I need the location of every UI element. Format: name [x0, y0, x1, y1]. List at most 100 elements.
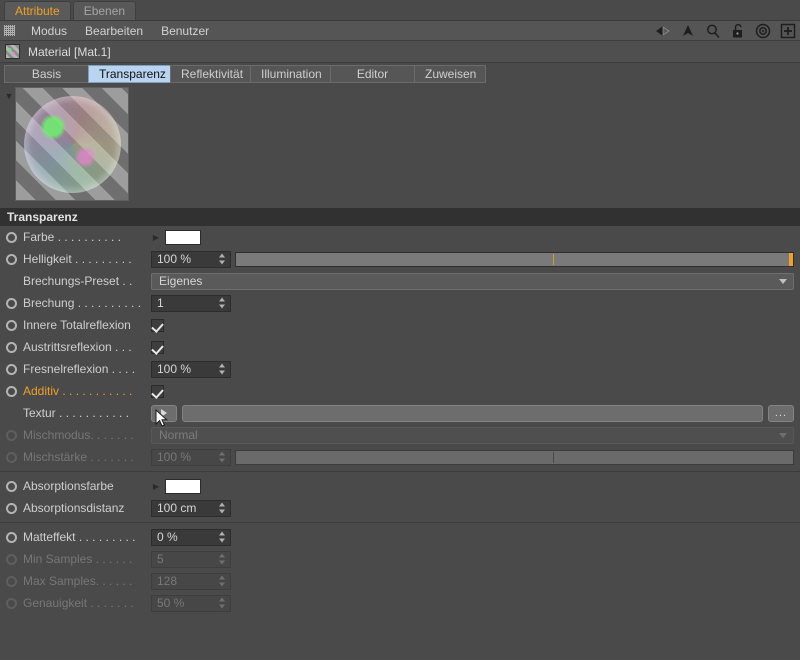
magnifier-icon[interactable]	[705, 23, 721, 39]
keyframe-dot-icon	[6, 451, 17, 463]
channel-tab-bar: Basis Transparenz Reflektivität Illumina…	[0, 63, 800, 84]
dropdown-mischmodus: Normal	[151, 426, 794, 444]
keyframe-dot-icon[interactable]	[6, 480, 17, 492]
expand-arrow-icon[interactable]: ▶	[151, 233, 161, 242]
spinner-icon[interactable]	[219, 531, 226, 543]
spinner-icon[interactable]	[219, 297, 226, 309]
slider-handle[interactable]	[789, 252, 793, 266]
row-mischstaerke: Mischstärke . . . . . . . 100 %	[0, 446, 800, 468]
label-brechung: Brechung . . . . . . . . . .	[23, 296, 142, 310]
menu-modus[interactable]: Modus	[22, 21, 76, 41]
window-tab-ebenen[interactable]: Ebenen	[72, 1, 137, 20]
keyframe-dot-icon[interactable]	[6, 385, 17, 397]
input-matteffekt[interactable]: 0 %	[151, 528, 231, 546]
material-preview[interactable]	[15, 87, 129, 201]
material-swatch-icon	[5, 44, 20, 59]
tab-editor[interactable]: Editor	[330, 64, 414, 83]
keyframe-dot-icon	[6, 429, 17, 441]
tab-reflektivitaet[interactable]: Reflektivität	[170, 64, 250, 83]
row-helligkeit: Helligkeit . . . . . . . . . 100 %	[0, 248, 800, 270]
tab-zuweisen[interactable]: Zuweisen	[414, 64, 486, 83]
expand-arrow-icon[interactable]: ▶	[151, 482, 161, 491]
target-icon[interactable]	[755, 23, 771, 39]
tab-basis[interactable]: Basis	[4, 64, 88, 83]
keyframe-dot-icon[interactable]	[6, 253, 17, 265]
input-textur[interactable]	[182, 404, 763, 422]
keyframe-placeholder	[6, 408, 17, 419]
row-additiv: Additiv . . . . . . . . . . .	[0, 380, 800, 402]
back-arrow-icon[interactable]	[655, 23, 671, 39]
section-header-transparenz: Transparenz	[0, 208, 800, 226]
triangle-down-icon[interactable]: ▼	[3, 92, 15, 101]
row-textur: Textur . . . . . . . . . . . ...	[0, 402, 800, 424]
input-fresnelreflexion[interactable]: 100 %	[151, 360, 231, 378]
value-mischmodus: Normal	[159, 428, 198, 442]
label-brechungs-preset: Brechungs-Preset . .	[23, 274, 133, 288]
texture-browse-button[interactable]: ...	[768, 404, 794, 422]
row-brechung: Brechung . . . . . . . . . . 1	[0, 292, 800, 314]
object-header: Material [Mat.1]	[0, 41, 800, 63]
keyframe-dot-icon[interactable]	[6, 231, 17, 243]
attribute-manager-window: Attribute Ebenen Modus Bearbeiten Benutz…	[0, 0, 800, 660]
input-brechung[interactable]: 1	[151, 294, 231, 312]
value-brechung: 1	[157, 296, 164, 310]
color-swatch-absorptionsfarbe[interactable]	[165, 478, 201, 494]
label-max-samples: Max Samples. . . . . .	[23, 574, 133, 588]
label-austrittsreflexion: Austrittsreflexion . . .	[23, 340, 132, 354]
menu-bearbeiten[interactable]: Bearbeiten	[76, 21, 152, 41]
keyframe-dot-icon	[6, 597, 17, 609]
value-absorptionsdistanz: 100 cm	[157, 501, 197, 515]
spinner-icon[interactable]	[219, 253, 226, 265]
row-austrittsreflexion: Austrittsreflexion . . .	[0, 336, 800, 358]
keyframe-dot-icon[interactable]	[6, 531, 17, 543]
keyframe-dot-icon	[6, 553, 17, 565]
row-absorptionsfarbe: Absorptionsfarbe ▶	[0, 475, 800, 497]
input-absorptionsdistanz[interactable]: 100 cm	[151, 499, 231, 517]
spinner-icon[interactable]	[219, 363, 226, 375]
menu-benutzer[interactable]: Benutzer	[152, 21, 218, 41]
plus-icon[interactable]	[780, 23, 796, 39]
value-max-samples: 128	[157, 574, 178, 588]
divider	[0, 471, 800, 472]
input-helligkeit[interactable]: 100 %	[151, 250, 231, 268]
slider-helligkeit[interactable]	[235, 251, 794, 267]
keyframe-dot-icon[interactable]	[6, 297, 17, 309]
dropdown-brechungs-preset[interactable]: Eigenes	[151, 272, 794, 290]
spinner-icon[interactable]	[219, 502, 226, 514]
checkbox-innere-totalreflexion[interactable]	[151, 318, 164, 332]
grip-dots-icon[interactable]	[4, 25, 15, 36]
keyframe-dot-icon[interactable]	[6, 341, 17, 353]
tab-transparenz[interactable]: Transparenz	[88, 64, 170, 83]
label-absorptionsfarbe: Absorptionsfarbe	[23, 479, 114, 493]
label-helligkeit: Helligkeit . . . . . . . . .	[23, 252, 132, 266]
spinner-icon	[219, 553, 226, 565]
keyframe-dot-icon[interactable]	[6, 363, 17, 375]
label-genauigkeit: Genauigkeit . . . . . . .	[23, 596, 134, 610]
slider-tick	[553, 253, 555, 265]
label-textur: Textur . . . . . . . . . . .	[23, 406, 130, 420]
value-genauigkeit: 50 %	[157, 596, 185, 610]
window-tab-attribute[interactable]: Attribute	[4, 1, 71, 20]
value-helligkeit: 100 %	[157, 252, 192, 266]
keyframe-dot-icon[interactable]	[6, 319, 17, 331]
value-fresnelreflexion: 100 %	[157, 362, 192, 376]
checkbox-austrittsreflexion[interactable]	[151, 340, 164, 354]
color-swatch-farbe[interactable]	[165, 229, 201, 245]
row-max-samples: Max Samples. . . . . . 128	[0, 570, 800, 592]
label-absorptionsdistanz: Absorptionsdistanz	[23, 501, 125, 515]
label-mischmodus: Mischmodus. . . . . . .	[23, 428, 134, 442]
texture-play-button[interactable]	[151, 404, 177, 422]
checkbox-additiv[interactable]	[151, 384, 164, 398]
spinner-icon	[219, 575, 226, 587]
input-max-samples: 128	[151, 572, 231, 590]
divider	[0, 522, 800, 523]
input-min-samples: 5	[151, 550, 231, 568]
row-absorptionsdistanz: Absorptionsdistanz 100 cm	[0, 497, 800, 519]
material-preview-row: ▼	[0, 84, 800, 208]
up-arrow-icon[interactable]	[680, 23, 696, 39]
keyframe-dot-icon[interactable]	[6, 502, 17, 514]
tab-illumination[interactable]: Illumination	[250, 64, 330, 83]
chevron-down-icon[interactable]	[779, 279, 787, 284]
label-fresnelreflexion: Fresnelreflexion . . . .	[23, 362, 136, 376]
unlock-icon[interactable]	[730, 23, 746, 39]
